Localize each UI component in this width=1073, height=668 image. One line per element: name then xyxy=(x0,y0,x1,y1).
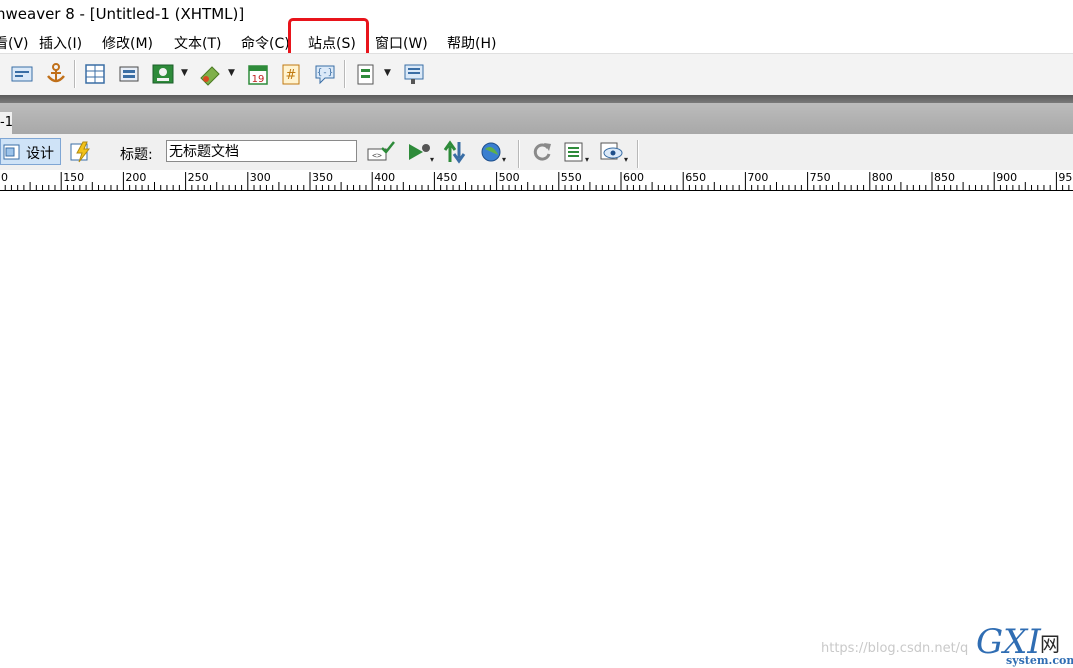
media-icon[interactable] xyxy=(198,62,222,86)
refresh-icon[interactable] xyxy=(530,140,554,164)
horizontal-ruler: 0 150 200 250 300 350 400 450 500 550 600 650 700 750… xyxy=(0,170,1073,191)
menu-insert[interactable]: 插入(I) xyxy=(39,33,82,53)
page-title-label: 标题: xyxy=(120,147,153,163)
menu-help[interactable]: 帮助(H) xyxy=(447,33,496,53)
ruler-label: 150 xyxy=(63,171,84,184)
menu-modify[interactable]: 修改(M) xyxy=(102,33,153,53)
watermark-url: https://blog.csdn.net/q xyxy=(821,641,969,656)
preview-icon[interactable]: ▾ xyxy=(405,140,435,164)
table-icon[interactable] xyxy=(83,62,107,86)
design-canvas[interactable] xyxy=(0,191,1073,668)
ruler-label: 850 xyxy=(934,171,955,184)
document-tab-label: -1 xyxy=(0,115,13,130)
page-title-value: 无标题文档 xyxy=(169,144,239,160)
ruler-label: 700 xyxy=(747,171,768,184)
comment-icon[interactable]: # xyxy=(279,62,303,86)
tag-icon[interactable]: {-} xyxy=(313,62,337,86)
ruler-label: 300 xyxy=(250,171,271,184)
anchor-icon[interactable] xyxy=(44,62,68,86)
menu-bar: 看(V) 插入(I) 修改(M) 文本(T) 命令(C) 站点(S) 窗口(W)… xyxy=(0,29,1073,53)
ruler-scale: 0 150 200 250 300 350 400 450 500 550 600 650 700 750… xyxy=(1,171,1073,190)
design-view-button[interactable]: 设计 xyxy=(0,138,61,165)
menu-text[interactable]: 文本(T) xyxy=(174,33,221,53)
design-view-label: 设计 xyxy=(26,146,54,162)
image-icon[interactable] xyxy=(151,62,175,86)
menu-window[interactable]: 窗口(W) xyxy=(375,33,428,53)
page-title-input[interactable]: 无标题文档 xyxy=(166,140,357,162)
svg-text:▾: ▾ xyxy=(502,155,506,164)
ruler-label: 0 xyxy=(1,171,8,184)
svg-text:▾: ▾ xyxy=(585,155,589,164)
visual-aids-icon[interactable]: ▾ xyxy=(599,140,631,164)
ruler-label: 550 xyxy=(561,171,582,184)
ruler-label: 650 xyxy=(685,171,706,184)
email-icon[interactable] xyxy=(10,62,34,86)
menu-site[interactable]: 站点(S) xyxy=(308,33,356,53)
layer-icon[interactable] xyxy=(117,62,141,86)
ruler-label: 450 xyxy=(436,171,457,184)
ruler-label: 900 xyxy=(996,171,1017,184)
svg-text:▾: ▾ xyxy=(624,155,628,164)
svg-text:<>: <> xyxy=(372,151,382,160)
ruler-label: 350 xyxy=(312,171,333,184)
file-transfer-icon[interactable] xyxy=(442,140,470,164)
watermark-logo: GXI 网 system.com xyxy=(976,622,1073,668)
ruler-label: 750 xyxy=(810,171,831,184)
validate-icon[interactable]: <> xyxy=(366,140,396,164)
ruler-label: 950 xyxy=(1058,171,1073,184)
window-title: nweaver 8 - [Untitled-1 (XHTML)] xyxy=(0,5,245,23)
ruler-label: 800 xyxy=(872,171,893,184)
design-view-icon xyxy=(3,144,20,160)
ruler-label: 400 xyxy=(374,171,395,184)
menu-commands[interactable]: 命令(C) xyxy=(241,33,290,53)
svg-text:{-}: {-} xyxy=(317,68,333,78)
menu-view[interactable]: 看(V) xyxy=(0,33,29,53)
panel-divider xyxy=(0,95,1073,103)
document-tab[interactable]: -1 xyxy=(0,112,13,134)
watermark-logo-net: 网 xyxy=(1040,632,1060,656)
svg-text:#: # xyxy=(286,68,297,83)
browser-preview-icon[interactable]: ▾ xyxy=(480,140,508,164)
watermark-logo-domain: system.com xyxy=(1006,654,1073,667)
title-bar: nweaver 8 - [Untitled-1 (XHTML)] xyxy=(0,0,1073,29)
live-view-icon[interactable] xyxy=(69,140,93,164)
view-options-icon[interactable]: ▾ xyxy=(563,140,593,164)
svg-text:▾: ▾ xyxy=(430,155,434,164)
document-toolbar: 设计 标题: 无标题文档 <> ▾ ▾ ▾ ▾ xyxy=(0,134,1073,171)
tag-chooser-icon[interactable] xyxy=(402,62,426,86)
template-icon[interactable] xyxy=(354,62,378,86)
ruler-label: 250 xyxy=(188,171,209,184)
ruler-label: 600 xyxy=(623,171,644,184)
date-icon[interactable]: 19 xyxy=(246,62,270,86)
ruler-label: 500 xyxy=(499,171,520,184)
svg-text:19: 19 xyxy=(252,74,265,85)
document-tab-bar: -1 xyxy=(0,103,1073,134)
insert-toolbar: ▼ ▼ 19 # {-} ▼ xyxy=(0,53,1073,96)
ruler-label: 200 xyxy=(125,171,146,184)
